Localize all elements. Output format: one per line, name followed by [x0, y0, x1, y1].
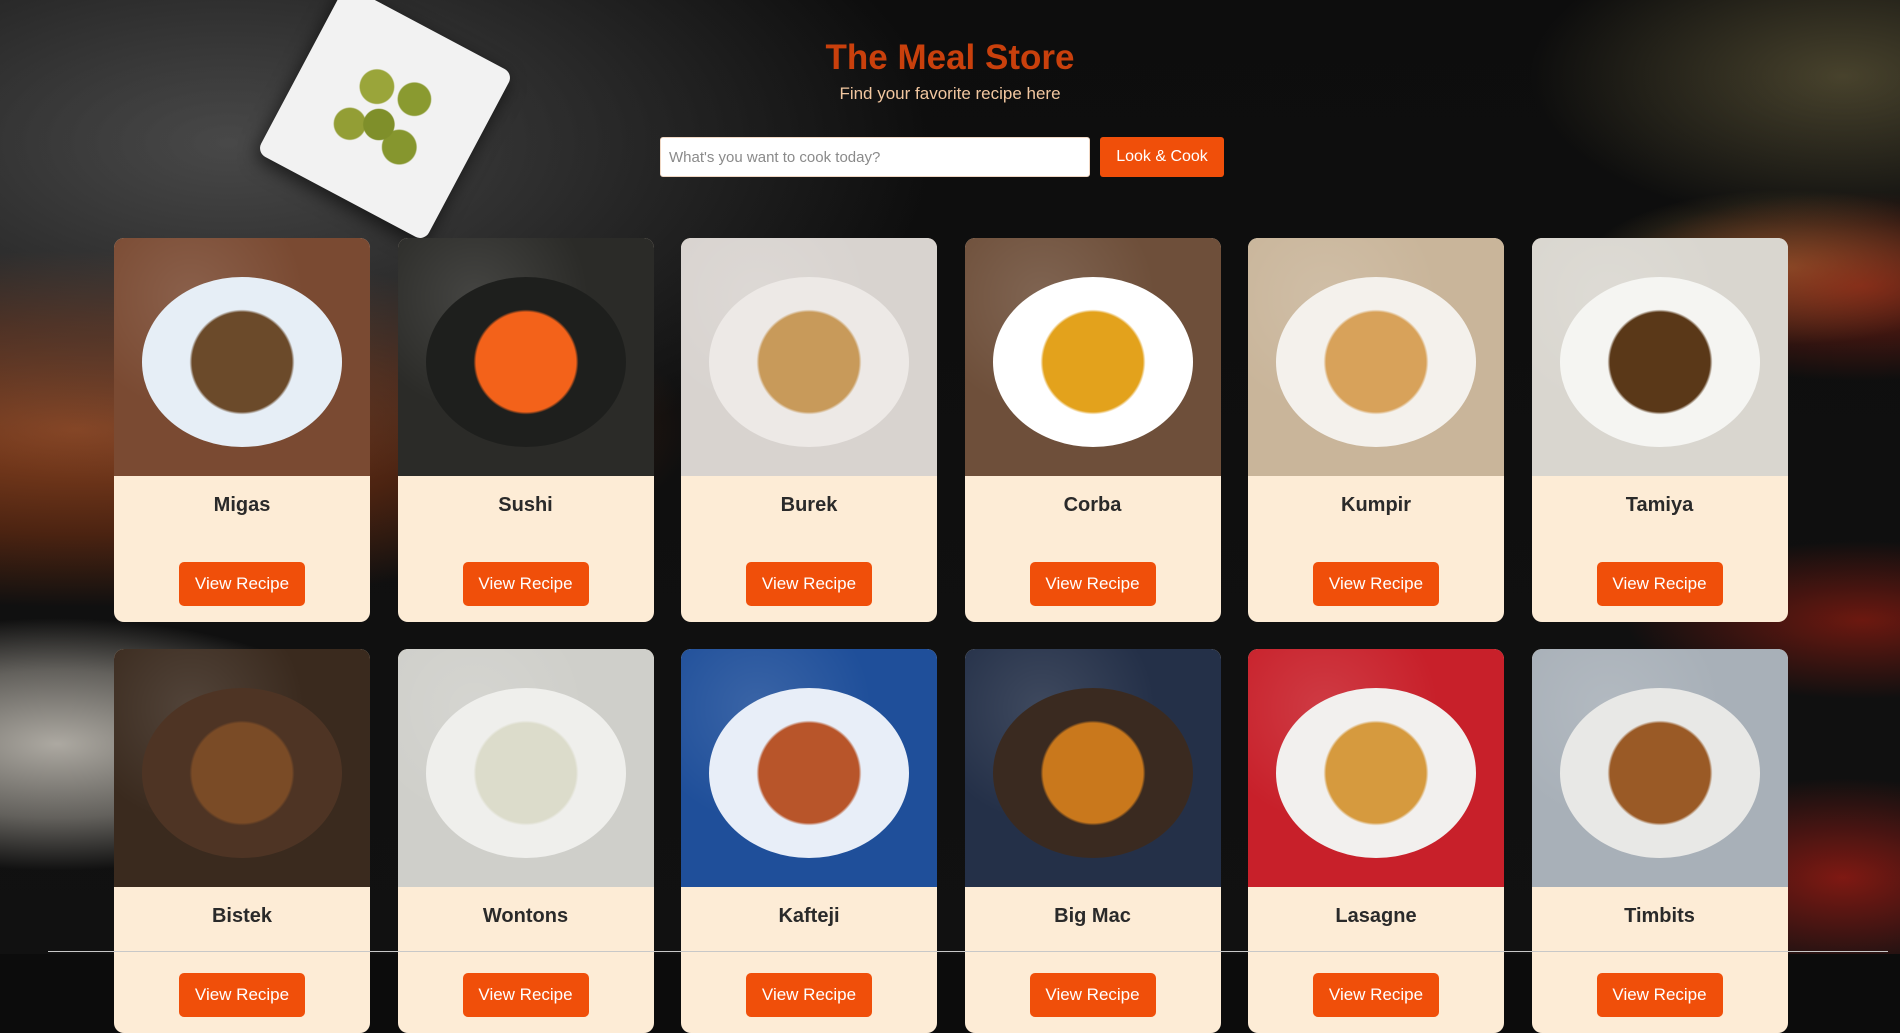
view-recipe-button[interactable]: View Recipe — [179, 973, 305, 1017]
meal-card: Timbits View Recipe — [1531, 649, 1788, 1033]
meal-name: Bistek — [211, 905, 273, 927]
meal-name: Lasagne — [1335, 905, 1417, 927]
view-recipe-button[interactable]: View Recipe — [746, 562, 872, 606]
meal-image — [397, 649, 654, 887]
meal-card: Kafteji View Recipe — [681, 649, 937, 1033]
view-recipe-button[interactable]: View Recipe — [1029, 973, 1156, 1017]
view-recipe-button[interactable]: View Recipe — [1029, 562, 1156, 606]
meal-card: Migas View Recipe — [114, 238, 370, 622]
meal-card: Sushi View Recipe — [397, 238, 654, 622]
meal-name: Big Mac — [1054, 905, 1131, 927]
meal-image — [1531, 238, 1788, 476]
divider — [48, 951, 1888, 952]
search-input[interactable] — [660, 137, 1090, 177]
view-recipe-button[interactable]: View Recipe — [1313, 562, 1439, 606]
meal-name: Sushi — [498, 494, 553, 516]
meal-name: Tamiya — [1625, 494, 1694, 516]
meal-name: Kumpir — [1341, 494, 1411, 516]
meal-image — [964, 238, 1221, 476]
meal-card: Tamiya View Recipe — [1531, 238, 1788, 622]
meal-card: Lasagne View Recipe — [1248, 649, 1504, 1033]
meal-image — [964, 649, 1221, 887]
view-recipe-button[interactable]: View Recipe — [179, 562, 305, 606]
meal-card: Big Mac View Recipe — [964, 649, 1221, 1033]
meal-card: Corba View Recipe — [964, 238, 1221, 622]
meal-card: Wontons View Recipe — [397, 649, 654, 1033]
meal-name: Wontons — [482, 905, 569, 927]
view-recipe-button[interactable]: View Recipe — [746, 973, 872, 1017]
meal-name: Burek — [780, 494, 838, 516]
meal-image — [1248, 649, 1504, 887]
view-recipe-button[interactable]: View Recipe — [1596, 973, 1723, 1017]
page-subtitle: Find your favorite recipe here — [839, 84, 1061, 103]
meal-card: Burek View Recipe — [681, 238, 937, 622]
meal-name: Migas — [213, 494, 271, 516]
meal-image — [397, 238, 654, 476]
view-recipe-button[interactable]: View Recipe — [1596, 562, 1723, 606]
meal-image — [1248, 238, 1504, 476]
meal-name: Kafteji — [778, 905, 840, 927]
meal-grid: Migas View Recipe Sushi View Recipe Burek Vie… — [114, 238, 1788, 1033]
meal-name: Corba — [1063, 494, 1122, 516]
meal-image — [681, 238, 937, 476]
page-title: The Meal Store — [825, 38, 1075, 77]
look-and-cook-button[interactable]: Look & Cook — [1100, 137, 1224, 177]
search-bar: Look & Cook — [660, 137, 1224, 177]
view-recipe-button[interactable]: View Recipe — [1313, 973, 1439, 1017]
meal-image — [1531, 649, 1788, 887]
meal-image — [114, 238, 370, 476]
meal-image — [114, 649, 370, 887]
view-recipe-button[interactable]: View Recipe — [462, 973, 589, 1017]
meal-image — [681, 649, 937, 887]
meal-name: Timbits — [1624, 905, 1695, 927]
meal-card: Bistek View Recipe — [114, 649, 370, 1033]
meal-card: Kumpir View Recipe — [1248, 238, 1504, 622]
view-recipe-button[interactable]: View Recipe — [462, 562, 589, 606]
